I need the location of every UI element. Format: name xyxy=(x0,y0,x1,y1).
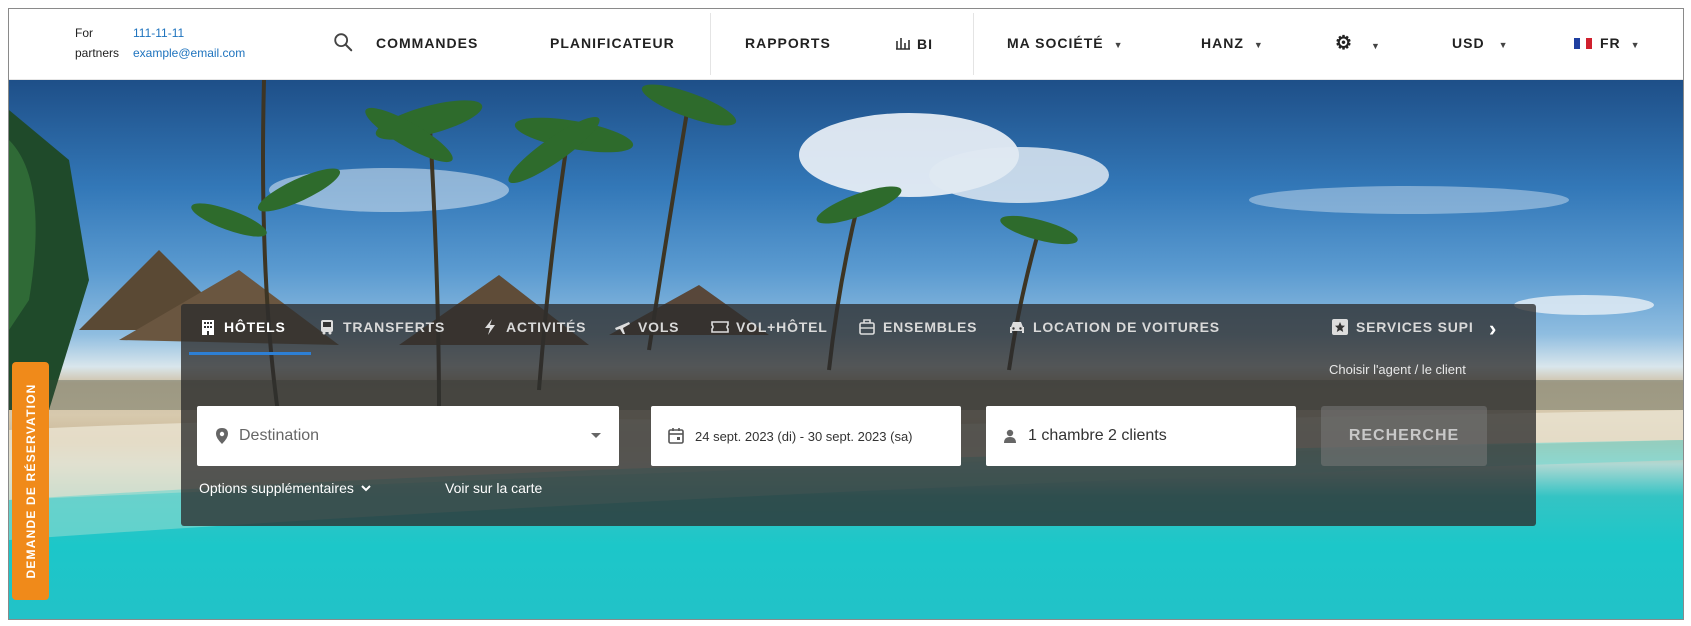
show-on-map-link[interactable]: Voir sur la carte xyxy=(445,480,542,496)
nav-user[interactable]: HANZ ▼ xyxy=(1201,35,1264,51)
rooms-guests-field[interactable]: 1 chambre 2 clients xyxy=(986,406,1296,466)
building-icon xyxy=(202,320,214,335)
more-options-label: Options supplémentaires xyxy=(199,480,354,496)
person-icon xyxy=(1004,429,1016,443)
tab-flight-hotel[interactable]: VOL+HÔTEL xyxy=(711,318,828,336)
gear-icon: ⚙ xyxy=(1335,33,1354,54)
dropdown-arrow-icon xyxy=(591,433,601,438)
nav-bi[interactable]: BI xyxy=(895,35,933,52)
nav-language[interactable]: FR ▼ xyxy=(1574,35,1641,51)
nav-bi-label: BI xyxy=(917,36,933,52)
email-label: partners xyxy=(75,46,120,60)
destination-field[interactable]: Destination xyxy=(197,406,619,466)
ticket-icon xyxy=(711,321,729,333)
tab-label: ACTIVITÉS xyxy=(506,319,587,335)
nav-divider xyxy=(973,13,974,75)
bus-icon xyxy=(321,320,333,335)
choose-agent-link[interactable]: Choisir l'agent / le client xyxy=(1329,362,1466,377)
date-range-value: 24 sept. 2023 (di) - 30 sept. 2023 (sa) xyxy=(695,428,913,444)
calendar-icon xyxy=(668,428,684,444)
date-range-field[interactable]: 24 sept. 2023 (di) - 30 sept. 2023 (sa) xyxy=(651,406,961,466)
nav-divider xyxy=(710,13,711,75)
caret-down-icon: ▼ xyxy=(1371,41,1381,51)
caret-down-icon: ▼ xyxy=(1498,40,1509,50)
tab-label: VOL+HÔTEL xyxy=(736,319,828,335)
tab-hotels[interactable]: HÔTELS xyxy=(199,318,286,336)
booking-request-label: DEMANDE DE RÉSERVATION xyxy=(23,383,38,579)
currency-label: USD xyxy=(1452,35,1485,51)
tab-packages[interactable]: ENSEMBLES xyxy=(858,318,977,336)
search-panel: HÔTELS TRANSFERTS ACTIVITÉS VOLS VOL+HÔT… xyxy=(181,304,1536,526)
nav-planner[interactable]: PLANIFICATEUR xyxy=(550,35,675,51)
star-box-icon xyxy=(1332,319,1348,335)
more-options-toggle[interactable]: Options supplémentaires xyxy=(199,480,372,496)
top-bar: For 111-11-11 partners example@email.com C… xyxy=(9,9,1683,80)
tab-label: VOLS xyxy=(638,319,680,335)
tab-flights[interactable]: VOLS xyxy=(613,318,679,336)
destination-placeholder: Destination xyxy=(239,427,320,444)
bi-chart-icon xyxy=(896,38,910,50)
user-label: HANZ xyxy=(1201,35,1244,51)
bolt-icon xyxy=(485,319,495,335)
chevron-down-icon xyxy=(361,485,371,492)
tab-label: ENSEMBLES xyxy=(883,319,978,335)
tab-extra-services[interactable]: SERVICES SUPI xyxy=(1331,318,1474,336)
product-tabs: HÔTELS TRANSFERTS ACTIVITÉS VOLS VOL+HÔT… xyxy=(181,304,1536,358)
tab-label: LOCATION DE VOITURES xyxy=(1033,319,1220,335)
tab-activities[interactable]: ACTIVITÉS xyxy=(481,318,586,336)
search-button[interactable]: RECHERCHE xyxy=(1321,406,1487,466)
booking-request-tab[interactable]: DEMANDE DE RÉSERVATION xyxy=(12,362,49,600)
france-flag-icon xyxy=(1574,38,1592,49)
active-tab-indicator xyxy=(189,352,311,355)
nav-reports[interactable]: RAPPORTS xyxy=(745,35,831,51)
tab-label: SERVICES SUPI xyxy=(1356,319,1474,335)
tab-car-rental[interactable]: LOCATION DE VOITURES xyxy=(1008,318,1220,336)
company-label: MA SOCIÉTÉ xyxy=(1007,35,1104,51)
language-label: FR xyxy=(1600,35,1621,51)
rooms-guests-value: 1 chambre 2 clients xyxy=(1028,427,1167,444)
caret-down-icon: ▼ xyxy=(1630,40,1641,50)
email-link[interactable]: example@email.com xyxy=(133,46,245,60)
phone-link[interactable]: 111-11-11 xyxy=(133,26,184,40)
nav-orders[interactable]: COMMANDES xyxy=(376,35,478,51)
caret-down-icon: ▼ xyxy=(1253,40,1264,50)
tab-label: HÔTELS xyxy=(224,319,286,335)
nav-currency[interactable]: USD ▼ xyxy=(1452,35,1508,51)
tab-transfers[interactable]: TRANSFERTS xyxy=(318,318,445,336)
hero-banner: DEMANDE DE RÉSERVATION HÔTELS TRANSFERTS… xyxy=(9,80,1683,619)
search-icon[interactable] xyxy=(332,31,354,53)
tabs-next-chevron-icon[interactable]: › xyxy=(1489,316,1496,342)
car-icon xyxy=(1010,322,1024,333)
app-window: For 111-11-11 partners example@email.com C… xyxy=(8,8,1684,620)
phone-label: For xyxy=(75,26,93,40)
nav-settings[interactable]: ⚙ ▼ xyxy=(1335,32,1381,55)
tab-label: TRANSFERTS xyxy=(343,319,446,335)
plane-icon xyxy=(615,322,630,334)
partners-contact: For 111-11-11 partners example@email.com xyxy=(75,23,245,63)
suitcase-icon xyxy=(859,319,875,335)
nav-company[interactable]: MA SOCIÉTÉ ▼ xyxy=(1007,35,1124,51)
map-pin-icon xyxy=(216,428,228,444)
caret-down-icon: ▼ xyxy=(1113,40,1124,50)
